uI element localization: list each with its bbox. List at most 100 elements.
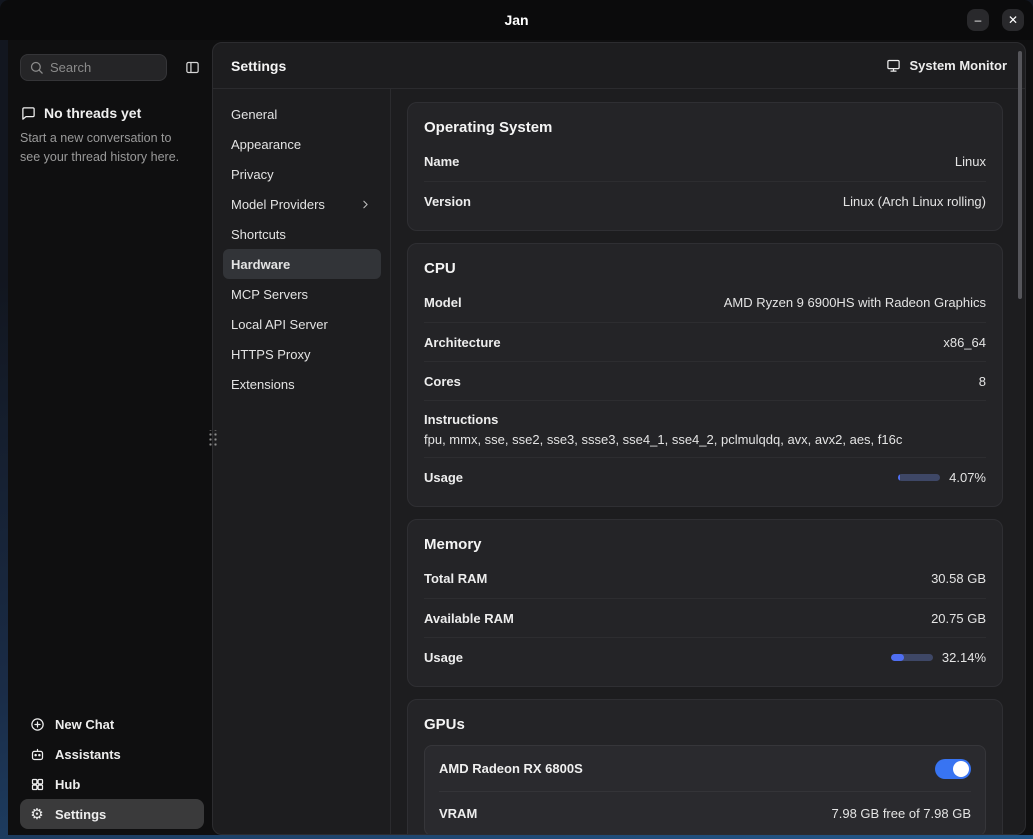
window-title: Jan xyxy=(504,12,528,28)
hub-icon xyxy=(29,776,45,792)
section-title: Operating System xyxy=(424,115,986,142)
close-button[interactable]: ✕ xyxy=(1002,9,1024,31)
page-title: Settings xyxy=(231,58,286,74)
row-label: Model xyxy=(424,295,462,310)
section-title: CPU xyxy=(424,256,986,283)
nav-item-label: Hardware xyxy=(231,257,290,272)
row-label: VRAM xyxy=(439,806,477,821)
settings-nav-appearance[interactable]: Appearance xyxy=(223,129,381,159)
section-gpus: GPUs AMD Radeon RX 6800S VRAM 7.98 GB free … xyxy=(407,699,1003,834)
row-value: 8 xyxy=(979,374,986,389)
settings-nav-hardware[interactable]: Hardware xyxy=(223,249,381,279)
panel-resize-handle[interactable] xyxy=(207,430,217,448)
row-label: Instructions xyxy=(424,412,498,427)
sidebar-item-assistants[interactable]: Assistants xyxy=(20,739,204,769)
info-row-usage: Usage4.07% xyxy=(424,457,986,496)
chat-bubble-icon xyxy=(20,105,36,121)
row-label: Cores xyxy=(424,374,461,389)
sidebar-item-label: Settings xyxy=(55,807,106,822)
settings-nav-mcp-servers[interactable]: MCP Servers xyxy=(223,279,381,309)
nav-item-label: Model Providers xyxy=(231,197,325,212)
row-label: Available RAM xyxy=(424,611,514,626)
sidebar: No threads yet Start a new conversation … xyxy=(8,40,212,835)
sidebar-item-hub[interactable]: Hub xyxy=(20,769,204,799)
panel-header: Settings System Monitor xyxy=(213,43,1025,89)
gpu-header-row: AMD Radeon RX 6800S xyxy=(439,746,971,791)
empty-state-description: Start a new conversation to see your thr… xyxy=(20,129,188,168)
row-value: fpu, mmx, sse, sse2, sse3, ssse3, sse4_1… xyxy=(424,432,902,447)
row-value: 7.98 GB free of 7.98 GB xyxy=(832,806,971,821)
section-memory: Memory Total RAM 30.58 GB Available RAM 20.7… xyxy=(407,519,1003,687)
settings-panel: Settings System Monitor General Appearanc… xyxy=(212,42,1026,835)
settings-nav-privacy[interactable]: Privacy xyxy=(223,159,381,189)
gpu-name: AMD Radeon RX 6800S xyxy=(439,761,583,776)
row-label: Usage xyxy=(424,470,463,485)
row-value: 20.75 GB xyxy=(931,611,986,626)
sidebar-item-label: Assistants xyxy=(55,747,121,762)
settings-nav-local-api-server[interactable]: Local API Server xyxy=(223,309,381,339)
settings-content: Operating SystemNameLinuxVersionLinux (A… xyxy=(391,89,1025,834)
info-row-architecture: Architecturex86_64 xyxy=(424,322,986,361)
app-body: No threads yet Start a new conversation … xyxy=(8,40,1033,835)
info-row-available-ram: Available RAM 20.75 GB xyxy=(424,598,986,637)
section-cpu: CPU Model AMD Ryzen 9 6900HS with Radeon G… xyxy=(407,243,1003,507)
sidebar-item-new-chat[interactable]: New Chat xyxy=(20,709,204,739)
window-controls: – ✕ xyxy=(967,9,1024,31)
info-row-usage: Usage32.14% xyxy=(424,637,986,676)
minimize-button[interactable]: – xyxy=(967,9,989,31)
nav-item-label: MCP Servers xyxy=(231,287,308,302)
panel-body: General Appearance Privacy Model Providers S… xyxy=(213,89,1025,834)
info-row-vram: VRAM 7.98 GB free of 7.98 GB xyxy=(439,791,971,834)
sidebar-top xyxy=(20,53,206,81)
info-row-total-ram: Total RAM 30.58 GB xyxy=(424,559,986,598)
settings-nav-model-providers[interactable]: Model Providers xyxy=(223,189,381,219)
section-title: GPUs xyxy=(424,712,986,739)
gear-icon: ⚙ xyxy=(29,806,45,822)
plus-circle-icon xyxy=(29,716,45,732)
settings-nav-shortcuts[interactable]: Shortcuts xyxy=(223,219,381,249)
row-label: Architecture xyxy=(424,335,501,350)
info-row-model: Model AMD Ryzen 9 6900HS with Radeon Grap… xyxy=(424,283,986,322)
assistants-icon xyxy=(29,746,45,762)
row-value: 32.14% xyxy=(942,650,986,665)
monitor-icon xyxy=(885,58,901,74)
system-monitor-button[interactable]: System Monitor xyxy=(885,58,1007,74)
gpu-enable-toggle[interactable] xyxy=(935,759,971,779)
info-row-cores: Cores 8 xyxy=(424,361,986,400)
row-value: 30.58 GB xyxy=(931,571,986,586)
empty-state-title: No threads yet xyxy=(44,105,141,121)
gpu-card: AMD Radeon RX 6800S VRAM 7.98 GB free of 7… xyxy=(424,745,986,834)
settings-nav-general[interactable]: General xyxy=(223,99,381,129)
scrollbar[interactable] xyxy=(1018,51,1022,299)
usage-progress-bar xyxy=(891,654,933,661)
nav-item-label: General xyxy=(231,107,277,122)
info-row-instructions: Instructions fpu, mmx, sse, sse2, sse3, s… xyxy=(424,400,986,457)
sidebar-item-settings[interactable]: ⚙ Settings xyxy=(20,799,204,829)
search-icon xyxy=(29,59,44,75)
nav-item-label: HTTPS Proxy xyxy=(231,347,310,362)
settings-nav-https-proxy[interactable]: HTTPS Proxy xyxy=(223,339,381,369)
chevron-right-icon xyxy=(357,196,373,212)
row-value: Linux (Arch Linux rolling) xyxy=(843,194,986,209)
nav-item-label: Extensions xyxy=(231,377,295,392)
section-title: Memory xyxy=(424,532,986,559)
row-label: Total RAM xyxy=(424,571,487,586)
nav-item-label: Shortcuts xyxy=(231,227,286,242)
sidebar-toggle-icon xyxy=(184,59,200,75)
toggle-knob xyxy=(953,761,969,777)
nav-item-label: Local API Server xyxy=(231,317,328,332)
sidebar-item-label: Hub xyxy=(55,777,80,792)
sidebar-footer: New Chat Assistants Hub ⚙ Settings xyxy=(20,709,206,829)
sidebar-toggle-button[interactable] xyxy=(178,53,206,81)
info-row-version: VersionLinux (Arch Linux rolling) xyxy=(424,181,986,220)
empty-state: No threads yet Start a new conversation … xyxy=(20,105,206,168)
nav-item-label: Privacy xyxy=(231,167,274,182)
titlebar: Jan – ✕ xyxy=(0,0,1033,40)
settings-nav-extensions[interactable]: Extensions xyxy=(223,369,381,399)
nav-item-label: Appearance xyxy=(231,137,301,152)
search-input[interactable] xyxy=(20,54,167,81)
search-field[interactable] xyxy=(50,60,158,75)
row-value: AMD Ryzen 9 6900HS with Radeon Graphics xyxy=(724,295,986,310)
settings-nav: General Appearance Privacy Model Providers S… xyxy=(213,89,391,834)
usage-progress-bar xyxy=(898,474,940,481)
